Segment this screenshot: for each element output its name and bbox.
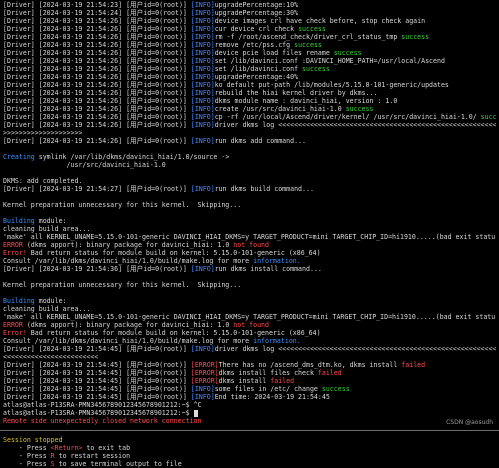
log-line: [Driver] [2024-03-19 21:54:26] [用户id=0(r… — [3, 25, 326, 33]
consult-line: Consult /var/lib/dkms/davinci_hiai/1.0/b… — [3, 257, 301, 265]
chevrons-line: <<<<<<<<<<<<<<<<<<<<<<<< — [3, 353, 99, 361]
make-line: 'make' all KERNEL_UNAME=5.15.0-101-gener… — [3, 233, 496, 241]
terminal-window[interactable]: [Driver] [2024-03-19 21:54:23] [用户id=0(r… — [0, 0, 499, 468]
error-bad-return-line-2: Error! Bad return status for module buil… — [3, 329, 321, 337]
log-line: [Driver] [2024-03-19 21:54:26] [用户id=0(r… — [3, 41, 322, 49]
symlink-text: symlink /var/lib/dkms/davinci_hiai/1.0/s… — [34, 153, 230, 161]
building-module-line-2: Building module: — [3, 297, 67, 305]
prompt-line-2: atlas@atlas-P13SRA-PMN345678901234567890… — [3, 409, 496, 417]
consult-line-2: Consult /var/lib/dkms/davinci_hiai/1.0/b… — [3, 337, 301, 345]
log-line: [Driver] [2024-03-19 21:54:26] [用户id=0(r… — [3, 17, 426, 25]
watermark: CSDN @aosudh — [446, 419, 493, 426]
press-return-line[interactable]: - Press <Return> to exit tab — [3, 444, 496, 452]
info-line-endtime: [Driver] [2024-03-19 21:54:45] [用户id=0(r… — [3, 393, 330, 401]
log-line: [Driver] [2024-03-19 21:54:26] [用户id=0(r… — [3, 49, 362, 57]
dkms-added-line: DKMS: add completed. — [3, 177, 83, 185]
log-line: [Driver] [2024-03-19 21:54:26] [用户id=0(r… — [3, 113, 496, 121]
cleaning-line: cleaning build area... — [3, 225, 91, 233]
log-line: [Driver] [2024-03-19 21:54:26] [用户id=0(r… — [3, 105, 374, 113]
press-s-line[interactable]: - Press S to save terminal output to fil… — [3, 460, 496, 468]
install-command-line: [Driver] [2024-03-19 21:54:36] [用户id=0(r… — [3, 265, 322, 273]
log-line: [Driver] [2024-03-19 21:54:26] [用户id=0(r… — [3, 81, 449, 89]
error-line-2: [Driver] [2024-03-19 21:54:45] [用户id=0(r… — [3, 369, 342, 377]
error-apport-line-2: ERROR (dkms apport): binary package for … — [3, 321, 269, 329]
return-key-hint[interactable]: <Return> — [51, 444, 83, 452]
creating-word: Creating — [3, 153, 35, 161]
symlink-line: Creating symlink /var/lib/dkms/davinci_h… — [3, 153, 496, 161]
building-module-line: Building module: — [3, 217, 67, 225]
log-output: [Driver] [2024-03-19 21:54:23] [用户id=0(r… — [3, 1, 496, 145]
kernel-prep-line: Kernel preparation unnecessary for this … — [3, 201, 242, 209]
log-line: [Driver] [2024-03-19 21:54:26] [用户id=0(r… — [3, 57, 445, 65]
cursor — [193, 409, 198, 417]
info-line-etc: [Driver] [2024-03-19 21:54:45] [用户id=0(r… — [3, 385, 350, 393]
dkms-log-line: [Driver] [2024-03-19 21:54:45] [用户id=0(r… — [3, 345, 496, 353]
prompt-line-1: atlas@atlas-P13SRA-PMN345678901234567890… — [3, 401, 202, 409]
kernel-prep-line-2: Kernel preparation unnecessary for this … — [3, 281, 242, 289]
log-line: [Driver] [2024-03-19 21:54:26] [用户id=0(r… — [3, 89, 378, 97]
remote-closed-line: Remote side unexpectedly closed network … — [3, 417, 202, 425]
error-bad-return-line: Error! Bad return status for module buil… — [3, 249, 321, 257]
error-line-1: [Driver] [2024-03-19 21:54:45] [用户id=0(r… — [3, 361, 426, 369]
log-line: [Driver] [2024-03-19 21:54:26] [用户id=0(r… — [3, 137, 306, 145]
build-command-line: [Driver] [2024-03-19 21:54:27] [用户id=0(r… — [3, 185, 314, 193]
log-line: [Driver] [2024-03-19 21:54:26] [用户id=0(r… — [3, 97, 398, 105]
symlink-target-line: /usr/src/davinci_hiai-1.0 — [3, 161, 166, 169]
log-line: [Driver] [2024-03-19 21:54:26] [用户id=0(r… — [3, 121, 496, 129]
log-line: [Driver] [2024-03-19 21:54:26] [用户id=0(r… — [3, 33, 430, 41]
error-apport-line: ERROR (dkms apport): binary package for … — [3, 241, 269, 249]
error-line-3: [Driver] [2024-03-19 21:54:45] [用户id=0(r… — [3, 377, 295, 385]
press-r-line[interactable]: - Press R to restart session — [3, 452, 496, 460]
log-line: [Driver] [2024-03-19 21:54:26] [用户id=0(r… — [3, 65, 330, 73]
log-line: [Driver] [2024-03-19 21:54:23] [用户id=0(r… — [3, 1, 299, 9]
cleaning-line-2: cleaning build area... — [3, 305, 91, 313]
log-line: [Driver] [2024-03-19 21:54:26] [用户id=0(r… — [3, 73, 299, 81]
session-stopped: Session stopped — [3, 436, 63, 444]
log-line: >>>>>>>>>>>>>>>>>>>> — [3, 129, 83, 137]
log-line: [Driver] [2024-03-19 21:54:24] [用户id=0(r… — [3, 9, 299, 17]
make-line-2: 'make' all KERNEL_UNAME=5.15.0-101-gener… — [3, 313, 496, 321]
